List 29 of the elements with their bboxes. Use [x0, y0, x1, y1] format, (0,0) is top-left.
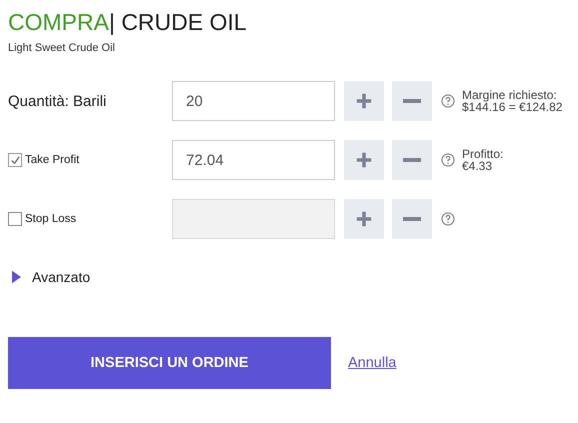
increment-button[interactable] — [344, 199, 384, 239]
info-text: Margine richiesto: $144.16 = €124.82 — [462, 89, 562, 113]
help-icon[interactable] — [441, 212, 455, 226]
input-field[interactable]: 72.04 — [172, 140, 335, 180]
checkbox-label: Take Profit — [25, 154, 80, 166]
increment-button[interactable] — [344, 81, 384, 121]
advanced-toggle[interactable]: Avanzato — [8, 269, 90, 285]
input-field[interactable]: 20 — [172, 81, 335, 121]
instrument-subtitle: Light Sweet Crude Oil — [8, 42, 116, 54]
increment-button[interactable] — [344, 140, 384, 180]
field-label: Quantità: Barili — [8, 92, 106, 110]
help-icon[interactable] — [441, 94, 455, 108]
minus-icon — [403, 99, 421, 103]
cancel-link[interactable]: Annulla — [348, 355, 396, 371]
decrement-button[interactable] — [392, 81, 432, 121]
submit-button[interactable]: INSERISCI UN ORDINE — [8, 337, 331, 389]
info-text: Profitto: €4.33 — [462, 148, 504, 172]
plus-icon — [355, 210, 373, 228]
plus-icon — [355, 151, 373, 169]
checkbox-label: Stop Loss — [25, 213, 76, 225]
decrement-button[interactable] — [392, 140, 432, 180]
checkbox[interactable] — [8, 153, 22, 167]
minus-icon — [403, 217, 421, 221]
help-icon[interactable] — [441, 153, 455, 167]
order-title: COMPRA| CRUDE OIL — [8, 8, 248, 36]
decrement-button[interactable] — [392, 199, 432, 239]
triangle-icon — [12, 270, 21, 284]
plus-icon — [355, 92, 373, 110]
minus-icon — [403, 158, 421, 162]
